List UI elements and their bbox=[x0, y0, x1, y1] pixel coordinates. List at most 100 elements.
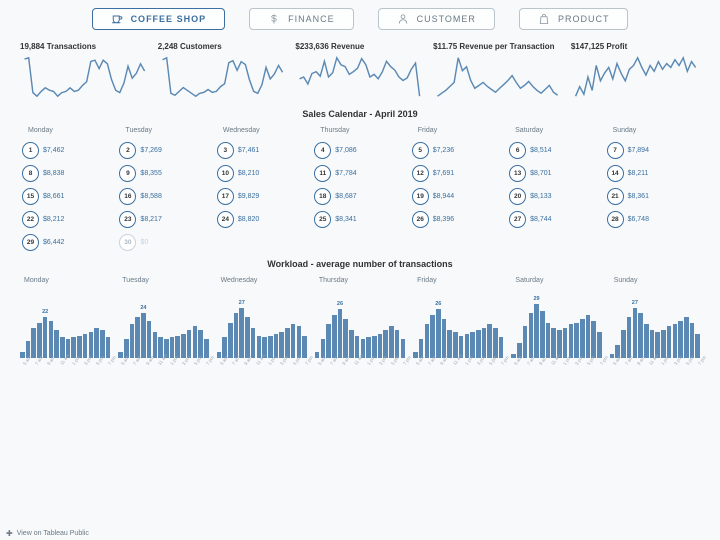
calendar-cell[interactable]: 22$8,212 bbox=[22, 209, 113, 230]
footer-label: View on Tableau Public bbox=[17, 530, 89, 537]
calendar-cell[interactable]: 16$8,588 bbox=[119, 186, 210, 207]
calendar-cell[interactable]: 2$7,269 bbox=[119, 140, 210, 161]
calendar-cell[interactable]: 20$8,133 bbox=[509, 186, 600, 207]
calendar-day-circle: 29 bbox=[22, 234, 39, 251]
tableau-footer-link[interactable]: ✚ View on Tableau Public bbox=[6, 529, 89, 538]
workload-bar: 29 bbox=[534, 304, 539, 358]
workload-xaxis: 5 am7 am9 am11 am1 pm3 pm5 pm7 pm bbox=[608, 358, 702, 364]
workload-chart[interactable]: 265 am7 am9 am11 am1 pm3 pm5 pm7 pm bbox=[313, 290, 407, 364]
bag-icon bbox=[538, 13, 550, 25]
calendar-cell[interactable]: 11$7,784 bbox=[314, 163, 405, 184]
workload-bar: 27 bbox=[239, 308, 244, 358]
calendar-day-value: $6,442 bbox=[43, 239, 64, 246]
spark-rpt[interactable]: $11.75 Revenue per Transaction bbox=[433, 42, 562, 101]
workload-bar bbox=[695, 334, 700, 358]
workload-chart[interactable]: 245 am7 am9 am11 am1 pm3 pm5 pm7 pm bbox=[116, 290, 210, 364]
spark-revenue[interactable]: $233,636 Revenue bbox=[295, 42, 424, 101]
workload-bar bbox=[442, 319, 447, 358]
calendar-cell bbox=[412, 232, 503, 253]
calendar-cell[interactable]: 13$8,701 bbox=[509, 163, 600, 184]
calendar-day-circle: 23 bbox=[119, 211, 136, 228]
workload-chart[interactable]: 275 am7 am9 am11 am1 pm3 pm5 pm7 pm bbox=[608, 290, 702, 364]
workload-chart[interactable]: 265 am7 am9 am11 am1 pm3 pm5 pm7 pm bbox=[411, 290, 505, 364]
calendar-cell[interactable]: 18$8,687 bbox=[314, 186, 405, 207]
workload-bar bbox=[413, 352, 418, 358]
calendar-day-value: $7,086 bbox=[335, 147, 356, 154]
spark-customers[interactable]: 2,248 Customers bbox=[158, 42, 287, 101]
workload-bar bbox=[54, 330, 59, 358]
tab-finance[interactable]: FINANCE bbox=[249, 8, 354, 30]
calendar-day-value: $8,944 bbox=[433, 193, 454, 200]
calendar-cell[interactable]: 30$0 bbox=[119, 232, 210, 253]
calendar-day-circle: 5 bbox=[412, 142, 429, 159]
workload-bar bbox=[217, 352, 222, 358]
workload-bar bbox=[181, 334, 186, 358]
spark-chart bbox=[295, 53, 424, 101]
calendar-cell bbox=[217, 232, 308, 253]
calendar-day-circle: 14 bbox=[607, 165, 624, 182]
workload-chart[interactable]: 275 am7 am9 am11 am1 pm3 pm5 pm7 pm bbox=[215, 290, 309, 364]
calendar-day-value: $0 bbox=[140, 239, 148, 246]
calendar-header: Monday bbox=[22, 125, 113, 138]
calendar-cell[interactable]: 17$9,829 bbox=[217, 186, 308, 207]
calendar-cell bbox=[509, 232, 600, 253]
workload-bar bbox=[678, 321, 683, 358]
workload-bar bbox=[499, 337, 504, 358]
calendar-cell[interactable]: 24$8,820 bbox=[217, 209, 308, 230]
workload-bar bbox=[94, 328, 99, 358]
tableau-icon: ✚ bbox=[6, 529, 13, 538]
workload-bar bbox=[147, 321, 152, 358]
calendar-day-circle: 9 bbox=[119, 165, 136, 182]
calendar-day-circle: 25 bbox=[314, 211, 331, 228]
workload-header: Tuesday bbox=[116, 275, 210, 286]
workload-bars: 27 bbox=[215, 302, 309, 358]
calendar-cell[interactable]: 5$7,236 bbox=[412, 140, 503, 161]
calendar-cell[interactable]: 8$8,838 bbox=[22, 163, 113, 184]
workload-peak-label: 29 bbox=[534, 296, 540, 302]
calendar-cell[interactable]: 21$8,361 bbox=[607, 186, 698, 207]
workload-chart[interactable]: 295 am7 am9 am11 am1 pm3 pm5 pm7 pm bbox=[509, 290, 603, 364]
workload-bar bbox=[291, 324, 296, 358]
calendar-cell[interactable]: 7$7,894 bbox=[607, 140, 698, 161]
calendar-cell[interactable]: 1$7,462 bbox=[22, 140, 113, 161]
calendar-cell[interactable]: 9$8,355 bbox=[119, 163, 210, 184]
calendar-cell[interactable]: 29 $6,442 bbox=[22, 232, 113, 253]
calendar-cell[interactable]: 10$8,210 bbox=[217, 163, 308, 184]
workload-bars: 27 bbox=[608, 302, 702, 358]
spark-chart bbox=[158, 53, 287, 101]
workload-chart[interactable]: 225 am7 am9 am11 am1 pm3 pm5 pm7 pm bbox=[18, 290, 112, 364]
workload-bar bbox=[198, 330, 203, 358]
calendar-cell[interactable]: 19$8,944 bbox=[412, 186, 503, 207]
workload-bar bbox=[529, 313, 534, 358]
workload-bar bbox=[175, 336, 180, 358]
workload-bar bbox=[20, 352, 25, 358]
calendar-cell[interactable]: 23$8,217 bbox=[119, 209, 210, 230]
tab-customer[interactable]: CUSTOMER bbox=[378, 8, 495, 30]
spark-transactions[interactable]: 19,884 Transactions bbox=[20, 42, 149, 101]
tab-label: CUSTOMER bbox=[417, 14, 476, 24]
calendar-cell[interactable]: 14$8,211 bbox=[607, 163, 698, 184]
tab-coffee-shop[interactable]: COFFEE SHOP bbox=[92, 8, 226, 30]
workload-bars: 22 bbox=[18, 302, 112, 358]
workload-bar bbox=[447, 330, 452, 358]
calendar-cell[interactable]: 26$8,396 bbox=[412, 209, 503, 230]
calendar-day-circle: 2 bbox=[119, 142, 136, 159]
workload-bar: 26 bbox=[436, 309, 441, 358]
calendar-day-circle: 20 bbox=[509, 188, 526, 205]
workload-bar bbox=[332, 315, 337, 358]
calendar-cell[interactable]: 15$8,661 bbox=[22, 186, 113, 207]
calendar-day-value: $8,341 bbox=[335, 216, 356, 223]
spark-title: 2,248 Customers bbox=[158, 42, 287, 51]
calendar-cell[interactable]: 6$8,514 bbox=[509, 140, 600, 161]
calendar-cell[interactable]: 4$7,086 bbox=[314, 140, 405, 161]
workload-bar bbox=[378, 334, 383, 358]
calendar-cell[interactable]: 3$7,461 bbox=[217, 140, 308, 161]
calendar-cell[interactable]: 12$7,691 bbox=[412, 163, 503, 184]
calendar-cell[interactable]: 28$6,748 bbox=[607, 209, 698, 230]
calendar-cell[interactable]: 27$8,744 bbox=[509, 209, 600, 230]
calendar-cell[interactable]: 25 $8,341 bbox=[314, 209, 405, 230]
dollar-icon bbox=[268, 13, 280, 25]
tab-product[interactable]: PRODUCT bbox=[519, 8, 629, 30]
calendar-day-value: $8,588 bbox=[140, 193, 161, 200]
spark-profit[interactable]: $147,125 Profit bbox=[571, 42, 700, 101]
